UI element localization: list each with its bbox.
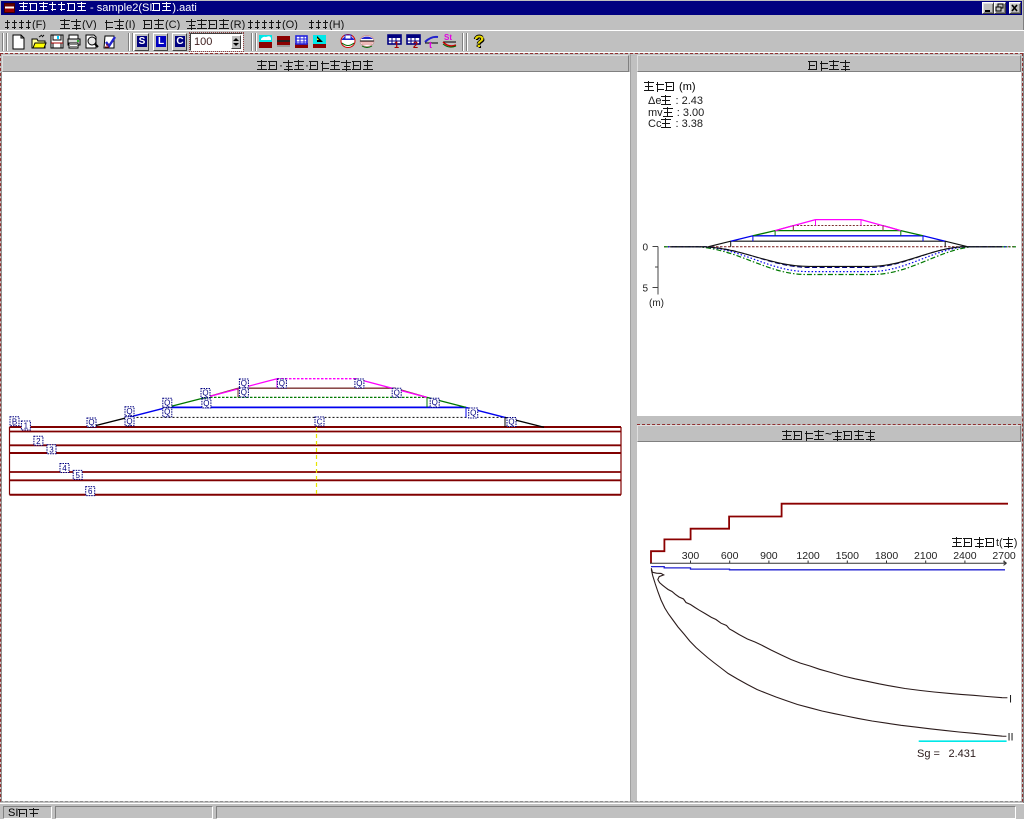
svg-text:5: 5 bbox=[75, 471, 80, 480]
svg-text:St: St bbox=[444, 33, 452, 42]
svg-text:Sg =: Sg = bbox=[917, 748, 940, 760]
svg-text:1200: 1200 bbox=[796, 550, 820, 562]
svg-text:300: 300 bbox=[682, 550, 700, 562]
svg-text:2400: 2400 bbox=[953, 550, 977, 562]
svg-text:Q: Q bbox=[432, 398, 438, 407]
svg-text:Q: Q bbox=[241, 388, 247, 397]
svg-text:1: 1 bbox=[394, 40, 399, 50]
svg-text:B: B bbox=[12, 417, 17, 426]
svg-text:600: 600 bbox=[721, 550, 739, 562]
svg-text:2: 2 bbox=[36, 437, 41, 446]
svg-text:900: 900 bbox=[760, 550, 778, 562]
svg-text:Q: Q bbox=[202, 389, 208, 398]
svg-text:Q: Q bbox=[88, 418, 94, 427]
svg-text:II: II bbox=[1008, 732, 1014, 744]
svg-text:3: 3 bbox=[49, 445, 54, 454]
svg-text:1500: 1500 bbox=[836, 550, 860, 562]
svg-text:4: 4 bbox=[62, 464, 67, 473]
svg-text:2700: 2700 bbox=[992, 550, 1016, 562]
svg-text:t: t bbox=[429, 40, 432, 50]
svg-text:Q: Q bbox=[164, 408, 170, 417]
svg-text:Q: Q bbox=[164, 398, 170, 407]
svg-text:Q: Q bbox=[279, 379, 285, 388]
svg-text:1800: 1800 bbox=[875, 550, 899, 562]
svg-text:Q: Q bbox=[126, 417, 132, 426]
svg-text:1: 1 bbox=[24, 422, 29, 431]
svg-text:Q: Q bbox=[508, 418, 514, 427]
svg-text:2.431: 2.431 bbox=[949, 748, 977, 760]
svg-text:Q: Q bbox=[394, 388, 400, 397]
svg-text:5: 5 bbox=[642, 284, 648, 295]
svg-text:Q: Q bbox=[241, 379, 247, 388]
svg-text:(m): (m) bbox=[649, 298, 664, 309]
svg-text:Q: Q bbox=[203, 399, 209, 408]
svg-text:2: 2 bbox=[413, 40, 418, 50]
svg-text:Q: Q bbox=[126, 407, 132, 416]
svg-text:C: C bbox=[317, 418, 323, 427]
svg-text:2100: 2100 bbox=[914, 550, 938, 562]
svg-text:Q: Q bbox=[470, 409, 476, 418]
svg-text:0: 0 bbox=[642, 243, 648, 254]
svg-text:6: 6 bbox=[88, 487, 93, 496]
svg-text:I: I bbox=[1009, 694, 1012, 706]
svg-text:Q: Q bbox=[356, 379, 362, 388]
